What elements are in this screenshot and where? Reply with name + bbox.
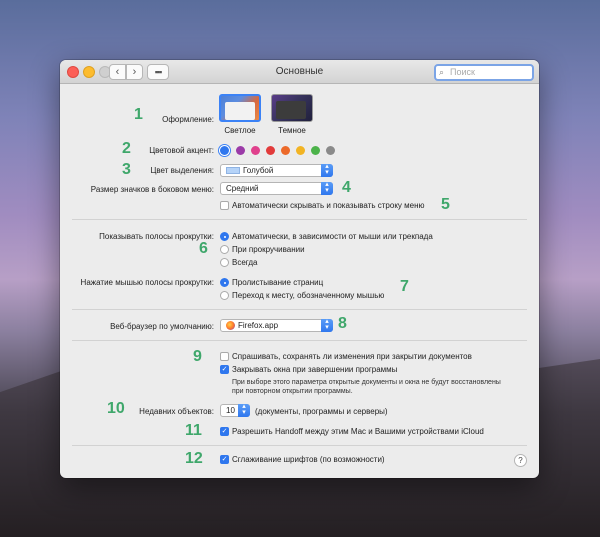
- light-window-preview: [225, 102, 255, 120]
- accent-orange-swatch[interactable]: [281, 146, 290, 155]
- updown-arrows-icon: ▴ ▾: [321, 163, 333, 177]
- annotation-11: 11: [185, 422, 202, 439]
- updown-arrows-icon: ▴ ▾: [321, 318, 333, 332]
- updown-arrows-icon: ▴ ▾: [238, 403, 250, 417]
- default-browser-label: Веб-браузер по умолчанию:: [110, 322, 214, 331]
- checkmark-icon: ✓: [221, 366, 228, 373]
- sidebar-icon-size-popup[interactable]: Средний ▴ ▾: [220, 181, 333, 195]
- appearance-dark-thumb[interactable]: [271, 94, 313, 122]
- appearance-light-caption: Светлое: [224, 126, 256, 135]
- highlight-color-value: Голубой: [243, 166, 274, 175]
- recent-items-popup[interactable]: 10 ▴ ▾: [220, 403, 250, 417]
- accent-label: Цветовой акцент:: [149, 146, 214, 155]
- default-browser-value: Firefox.app: [238, 321, 279, 330]
- appearance-light-thumb[interactable]: [219, 94, 261, 122]
- font-smoothing-label: Сглаживание шрифтов (по возможности): [232, 455, 385, 464]
- sidebar-icon-size-label: Размер значков в боковом меню:: [90, 185, 214, 194]
- recent-items-suffix: (документы, программы и серверы): [255, 407, 388, 416]
- handoff-checkbox[interactable]: ✓: [220, 427, 229, 436]
- scroll-click-label: Нажатие мышью полосы прокрутки:: [80, 278, 214, 287]
- section-divider: [72, 340, 527, 341]
- scroll-click-spot-radio[interactable]: [220, 291, 229, 300]
- recent-items-label: Недавних объектов:: [139, 407, 214, 416]
- section-divider: [72, 219, 527, 220]
- search-icon: ⌕: [439, 67, 445, 77]
- ask-keep-changes-label: Спрашивать, сохранять ли изменения при з…: [232, 352, 472, 361]
- sidebar-icon-size-value: Средний: [226, 184, 259, 193]
- scroll-bars-always-label: Всегда: [232, 258, 258, 267]
- default-browser-popup[interactable]: Firefox.app ▴ ▾: [220, 318, 333, 332]
- close-windows-note: При выборе этого параметра открытые доку…: [232, 379, 501, 395]
- annotation-4: 4: [342, 179, 351, 196]
- scroll-bars-auto-label: Автоматически, в зависимости от мыши или…: [232, 232, 433, 241]
- accent-green-swatch[interactable]: [311, 146, 320, 155]
- checkmark-icon: ✓: [221, 456, 228, 463]
- accent-red-swatch[interactable]: [266, 146, 275, 155]
- help-button[interactable]: ?: [514, 454, 527, 467]
- recent-items-value: 10: [226, 406, 235, 415]
- ask-keep-changes-checkbox[interactable]: [220, 352, 229, 361]
- scroll-bars-label: Показывать полосы прокрутки:: [99, 232, 214, 241]
- close-windows-label: Закрывать окна при завершении программы: [232, 365, 398, 374]
- scroll-bars-always-radio[interactable]: [220, 258, 229, 267]
- annotation-5: 5: [441, 196, 450, 213]
- annotation-12: 12: [185, 450, 203, 467]
- annotation-8: 8: [338, 315, 347, 332]
- menu-bar-autohide-label: Автоматически скрывать и показывать стро…: [232, 201, 425, 210]
- title-bar: ‹ › ▪▪▪ Основные ⌕ Поиск: [60, 60, 539, 84]
- appearance-label: Оформление:: [162, 115, 214, 124]
- annotation-6: 6: [199, 240, 208, 257]
- scroll-bars-auto-radio[interactable]: [220, 232, 229, 241]
- scroll-click-page-label: Пролистывание страниц: [232, 278, 324, 287]
- updown-arrows-icon: ▴ ▾: [321, 181, 333, 195]
- scroll-click-page-radio[interactable]: [220, 278, 229, 287]
- highlight-color-popup[interactable]: Голубой ▴ ▾: [220, 163, 333, 177]
- appearance-dark-caption: Темное: [278, 126, 306, 135]
- font-smoothing-checkbox[interactable]: ✓: [220, 455, 229, 464]
- scroll-click-spot-label: Переход к месту, обозначенному мышью: [232, 291, 385, 300]
- highlight-color-swatch: [226, 167, 240, 174]
- annotation-1: 1: [134, 106, 143, 123]
- menu-bar-autohide-checkbox[interactable]: [220, 201, 229, 210]
- highlight-label: Цвет выделения:: [150, 166, 214, 175]
- annotation-9: 9: [193, 348, 202, 365]
- accent-yellow-swatch[interactable]: [296, 146, 305, 155]
- annotation-7: 7: [400, 278, 409, 295]
- preferences-content: 1 Оформление: Светлое Темное 2 Цветовой …: [60, 84, 539, 478]
- accent-purple-swatch[interactable]: [236, 146, 245, 155]
- search-input[interactable]: ⌕ Поиск: [434, 64, 534, 81]
- firefox-icon: [226, 321, 235, 330]
- scroll-bars-scrolling-label: При прокручивании: [232, 245, 305, 254]
- accent-blue-swatch[interactable]: [220, 146, 229, 155]
- scroll-bars-scrolling-radio[interactable]: [220, 245, 229, 254]
- annotation-10: 10: [107, 400, 125, 417]
- accent-pink-swatch[interactable]: [251, 146, 260, 155]
- handoff-label: Разрешить Handoff между этим Mac и Вашим…: [232, 427, 484, 436]
- close-windows-checkbox[interactable]: ✓: [220, 365, 229, 374]
- dark-window-preview: [276, 101, 306, 119]
- accent-graphite-swatch[interactable]: [326, 146, 335, 155]
- checkmark-icon: ✓: [221, 428, 228, 435]
- search-placeholder: Поиск: [450, 67, 475, 77]
- section-divider: [72, 445, 527, 446]
- preferences-window: ‹ › ▪▪▪ Основные ⌕ Поиск 1 Оформление: С…: [60, 60, 539, 478]
- section-divider: [72, 309, 527, 310]
